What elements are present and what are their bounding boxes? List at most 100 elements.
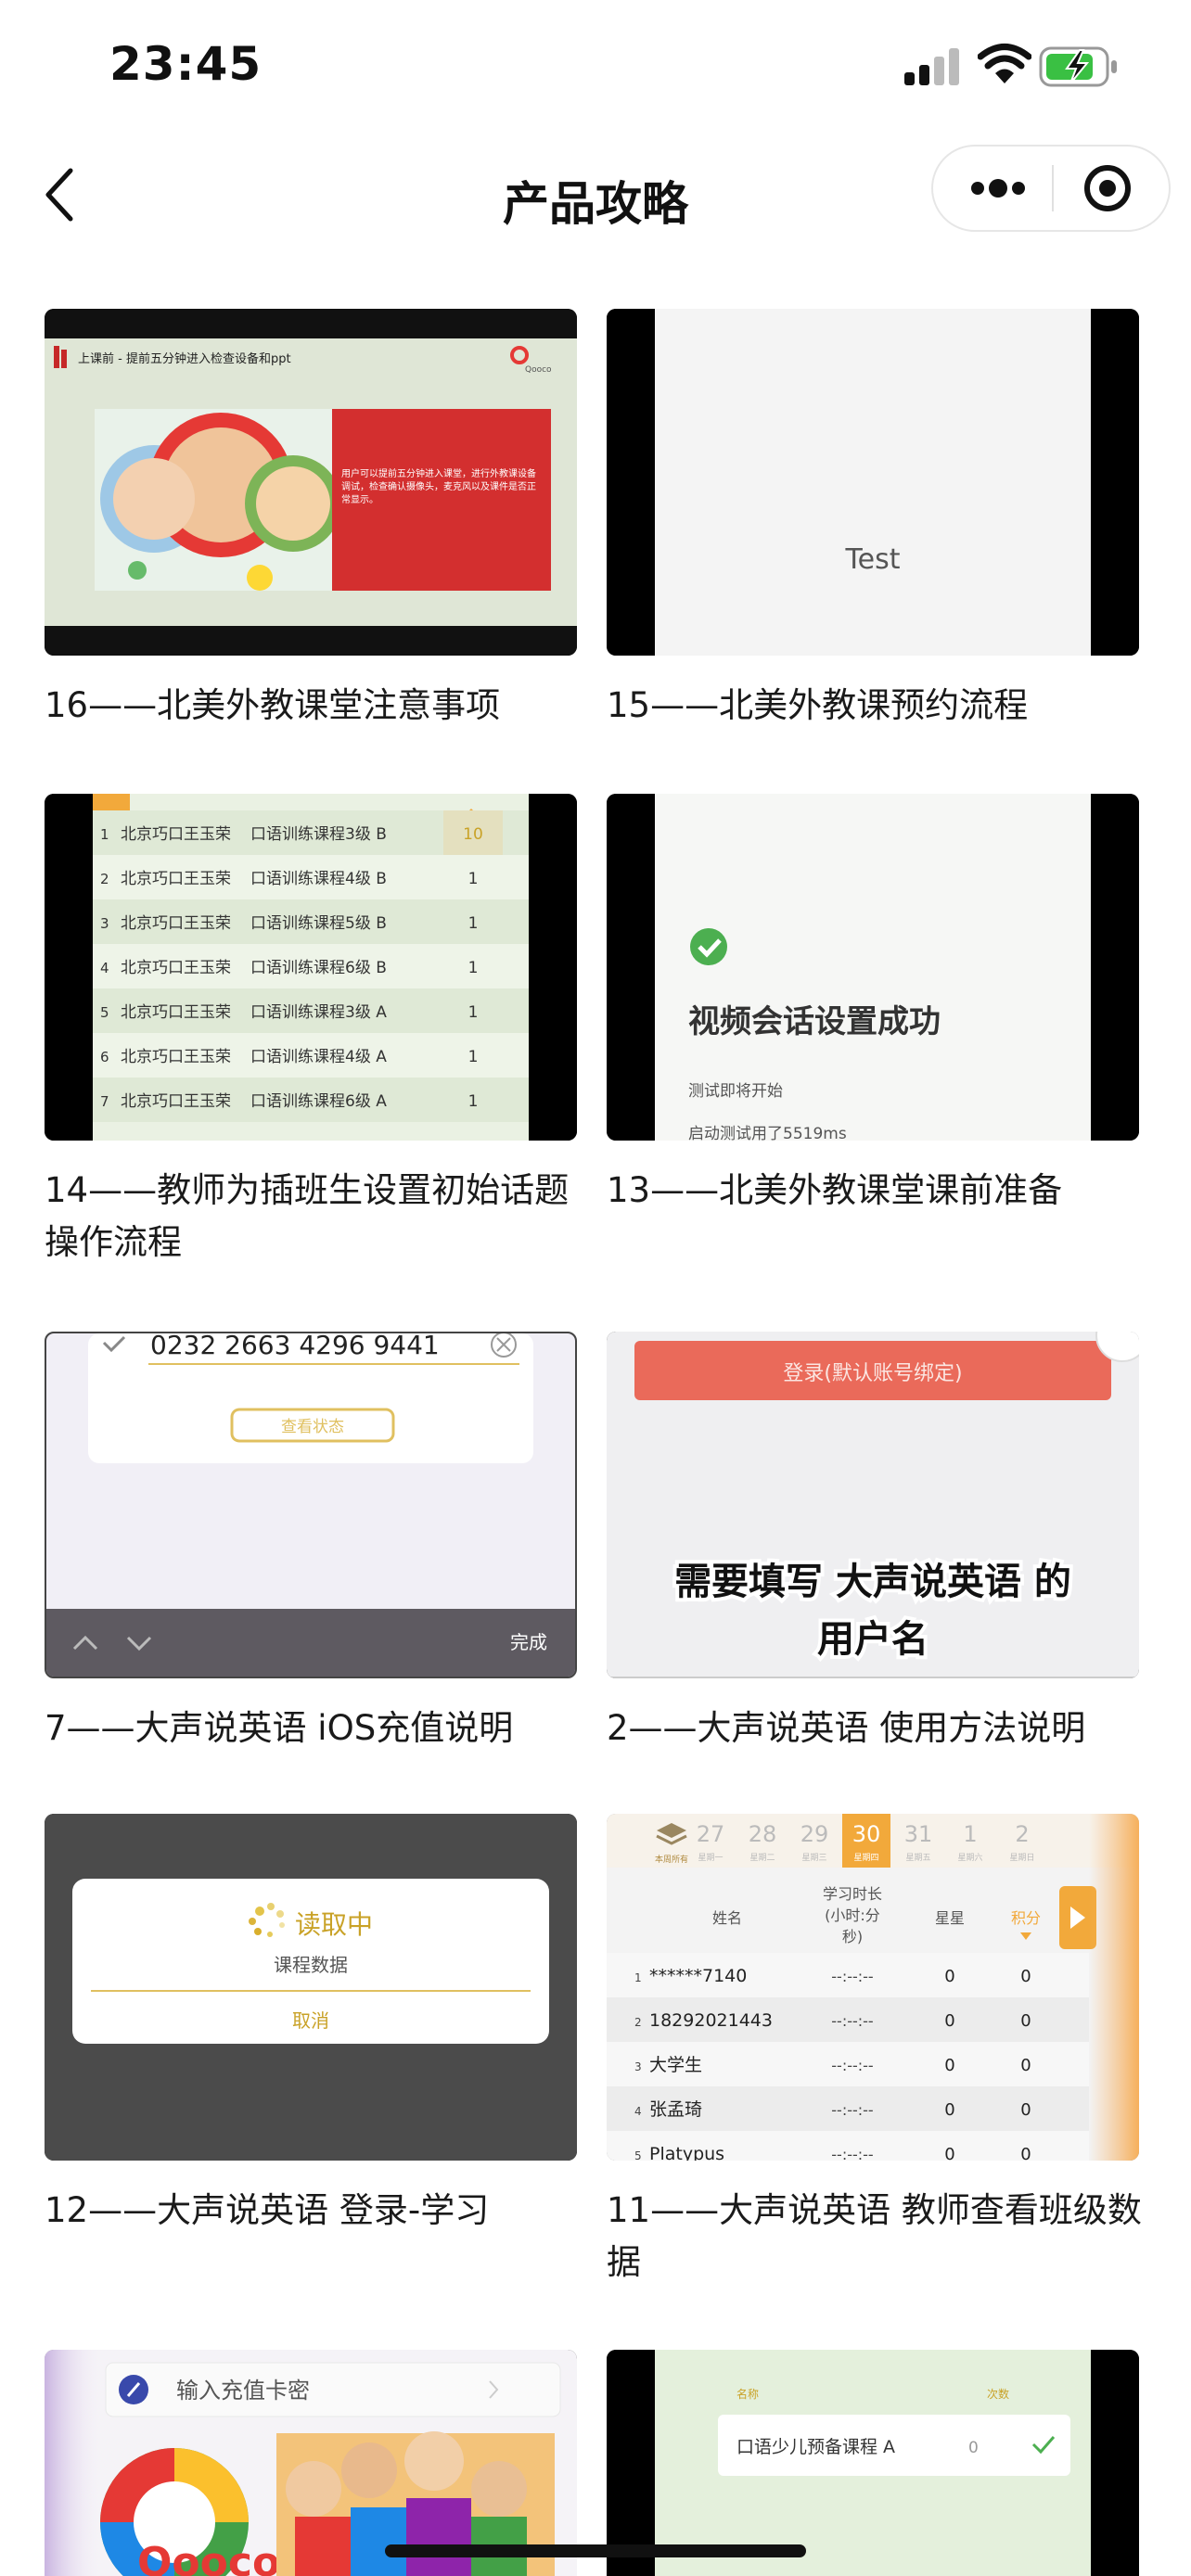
row-course: 口语训练课程4级 A <box>250 1048 387 1066</box>
row-points: 0 <box>1020 2100 1031 2120</box>
table-row: 4 北京巧口王玉荣 口语训练课程6级 B 1 <box>93 944 529 988</box>
row-number: 3 <box>100 915 109 932</box>
card-caption: 16——北美外教课堂注意事项 <box>45 685 501 725</box>
table-row: 2 北京巧口王玉荣 口语训练课程4级 B 1 <box>93 855 529 899</box>
row-value: 1 <box>468 914 479 933</box>
row-school: 北京巧口王玉荣 <box>121 914 231 933</box>
row-time: --:--:-- <box>831 2012 873 2030</box>
row-points: 0 <box>1020 2056 1031 2075</box>
card-caption: 2——大声说英语 使用方法说明 <box>607 1708 1086 1748</box>
row-school: 北京巧口王玉荣 <box>121 825 231 844</box>
today-label: 本周所有 <box>655 1854 688 1865</box>
row-time: --:--:-- <box>831 2057 873 2074</box>
row-school: 北京巧口王玉荣 <box>121 870 231 888</box>
day-tab[interactable]: 31 星期五 <box>904 1821 933 1863</box>
row-number: 7 <box>100 1093 109 1110</box>
recharge-input-placeholder: 输入充值卡密 <box>176 2378 310 2404</box>
col-time-2: (小时:分 <box>825 1906 880 1924</box>
status-bar: 23:45 <box>0 0 1191 130</box>
row-number: 2 <box>634 2016 642 2029</box>
row-time: --:--:-- <box>831 2146 873 2161</box>
card-caption: 12——大声说英语 登录-学习 <box>45 2190 490 2230</box>
row-number: 3 <box>634 2060 642 2073</box>
card-caption: 7——大声说英语 iOS充值说明 <box>45 1708 514 1748</box>
day-tab[interactable]: 27 星期一 <box>697 1821 725 1863</box>
status-button-label: 查看状态 <box>281 1418 344 1436</box>
day-number: 27 <box>697 1821 725 1847</box>
col-header-count: 次数 <box>987 2387 1009 2401</box>
table-row: 3 大学生 --:--:-- 0 0 <box>607 2042 1089 2086</box>
day-weekday: 星期三 <box>801 1853 826 1863</box>
row-number: 6 <box>100 1049 109 1065</box>
row-course: 口语训练课程3级 A <box>250 1003 387 1022</box>
row-name: 张孟琦 <box>649 2099 702 2120</box>
row-school: 北京巧口王玉荣 <box>121 1048 231 1066</box>
row-value: 1 <box>468 1092 479 1111</box>
col-time-3: 秒) <box>842 1928 863 1945</box>
slide-header: 上课前 - 提前五分钟进入检查设备和ppt <box>78 351 291 366</box>
brand-logo-text: Qooco <box>137 2539 280 2576</box>
cancel-label: 取消 <box>292 2009 329 2032</box>
overlay-line-1: 需要填写 大声说英语 的 <box>674 1561 1071 1603</box>
day-tab[interactable]: 28 星期二 <box>749 1821 777 1863</box>
row-number: 5 <box>634 2149 642 2161</box>
success-check-icon <box>690 928 727 965</box>
card-thumbnail: 名称 次数 口语少儿预备课程 A 0 <box>607 2350 1139 2576</box>
day-tab[interactable]: 30 星期四 <box>842 1814 890 1868</box>
home-indicator[interactable] <box>385 2544 806 2557</box>
row-value: 10 <box>463 825 483 844</box>
table-row: 7 北京巧口王玉荣 口语训练课程6级 A 1 <box>93 1078 529 1122</box>
day-number: 30 <box>852 1821 881 1847</box>
col-points: 积分 <box>1011 1909 1041 1927</box>
table-row: 5 北京巧口王玉荣 口语训练课程3级 A 1 <box>93 988 529 1033</box>
card-thumbnail: 1 北京巧口王玉荣 口语训练课程3级 B 10 2 北京巧口王玉荣 口语训练课程4级 B13… <box>45 794 577 1141</box>
row-time: --:--:-- <box>831 2101 873 2119</box>
slide-body: 用户可以提前五分钟进入课堂，进行外教课设备调试，检查确认摄像头，麦克风以及课件是… <box>341 469 536 505</box>
course-count: 0 <box>968 2439 979 2457</box>
row-number: 4 <box>100 960 109 976</box>
row-stars: 0 <box>944 2145 954 2161</box>
day-number: 1 <box>963 1821 977 1847</box>
row-time: --:--:-- <box>831 1968 873 1985</box>
more-dots-icon[interactable] <box>933 147 1052 230</box>
row-name: 18292021443 <box>649 2010 773 2031</box>
card-caption: 13——北美外教课堂课前准备 <box>607 1170 1063 1210</box>
card-thumbnail: 视频会话设置成功 测试即将开始 启动测试用了5519ms <box>607 794 1139 1141</box>
row-value: 1 <box>468 1003 479 1022</box>
course-name: 口语少儿预备课程 A <box>736 2437 895 2457</box>
table-row: 1 北京巧口王玉荣 口语训练课程3级 B 10 <box>93 810 529 855</box>
row-value: 1 <box>468 1048 479 1066</box>
row-name: Platypus <box>649 2144 724 2161</box>
row-value: 1 <box>468 870 479 888</box>
card-thumbnail: 本周所有 27 星期一 28 星期二 29 星期三 30 星期四 31 星期五 1 星期六 2 星期日 姓… <box>607 1814 1139 2161</box>
row-school: 北京巧口王玉荣 <box>121 1092 231 1111</box>
card-caption: 14——教师为插班生设置初始话题操作流程 <box>45 1170 570 1262</box>
overlay-line-2: 用户名 <box>817 1618 928 1661</box>
day-tab[interactable]: 29 星期三 <box>800 1821 829 1863</box>
navigation-bar: 产品攻略 <box>0 139 1191 250</box>
row-course: 口语训练课程4级 B <box>250 870 387 888</box>
close-target-icon[interactable] <box>1054 147 1169 230</box>
row-number: 2 <box>100 871 109 887</box>
thumb-line-1: 测试即将开始 <box>688 1082 783 1101</box>
thumb-title: 视频会话设置成功 <box>688 1003 941 1040</box>
table-row: 3 北京巧口王玉荣 口语训练课程5级 B 1 <box>93 899 529 944</box>
row-points: 0 <box>1020 2145 1031 2161</box>
day-number: 28 <box>749 1821 777 1847</box>
row-stars: 0 <box>944 2011 954 2031</box>
row-points: 0 <box>1020 1967 1031 1986</box>
day-weekday: 星期日 <box>1009 1853 1034 1863</box>
col-header-name: 名称 <box>736 2387 759 2401</box>
card-thumbnail: 输入充值卡密 Qooco <box>45 2350 577 2576</box>
col-name: 姓名 <box>712 1909 742 1927</box>
battery-charging-icon <box>1039 46 1117 87</box>
day-weekday: 星期二 <box>749 1853 775 1863</box>
day-number: 29 <box>800 1821 829 1847</box>
row-course: 口语训练课程5级 B <box>250 914 387 933</box>
day-weekday: 星期四 <box>853 1853 878 1863</box>
day-weekday: 星期一 <box>698 1853 723 1863</box>
loading-subtitle: 课程数据 <box>274 1954 348 1976</box>
day-number: 31 <box>904 1821 933 1847</box>
card-caption: 15——北美外教课预约流程 <box>607 685 1029 725</box>
row-school: 北京巧口王玉荣 <box>121 1003 231 1022</box>
